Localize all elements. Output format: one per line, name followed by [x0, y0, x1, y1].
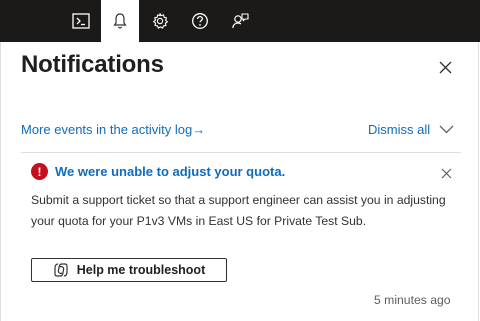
- notification-title[interactable]: We were unable to adjust your quota.: [55, 164, 285, 179]
- cloud-shell-icon: [72, 13, 90, 29]
- copilot-icon: [54, 263, 68, 277]
- close-panel-button[interactable]: [434, 56, 456, 78]
- dismiss-notification-button[interactable]: [437, 164, 455, 182]
- activity-log-label: More events in the activity log: [21, 122, 193, 137]
- notification-body: Submit a support ticket so that a suppor…: [31, 193, 446, 228]
- close-icon: [441, 168, 451, 178]
- notification-timestamp: 5 minutes ago: [374, 293, 451, 307]
- help-me-troubleshoot-button[interactable]: Help me troubleshoot: [31, 258, 227, 282]
- dismiss-all-label: Dismiss all: [368, 122, 431, 137]
- panel-title: Notifications: [21, 51, 164, 78]
- dismiss-all-button[interactable]: Dismiss all: [368, 122, 454, 137]
- notifications-button[interactable]: [101, 0, 139, 42]
- settings-button[interactable]: [141, 0, 179, 42]
- arrow-right-icon: →: [192, 122, 206, 137]
- close-icon: [439, 61, 451, 73]
- divider: [21, 152, 461, 153]
- feedback-button[interactable]: [221, 0, 259, 42]
- activity-log-link[interactable]: More events in the activity log→: [21, 122, 205, 137]
- top-bar: [0, 0, 480, 42]
- gear-icon: [153, 12, 168, 29]
- help-icon: [192, 13, 208, 29]
- help-button[interactable]: [181, 0, 219, 42]
- error-icon: !: [31, 163, 48, 180]
- cloud-shell-button[interactable]: [62, 0, 100, 42]
- bell-icon: [113, 13, 127, 29]
- feedback-icon: [232, 13, 249, 29]
- chevron-down-icon: [439, 125, 454, 134]
- notification-header: ! We were unable to adjust your quota.: [31, 163, 285, 180]
- help-me-troubleshoot-label: Help me troubleshoot: [76, 263, 206, 277]
